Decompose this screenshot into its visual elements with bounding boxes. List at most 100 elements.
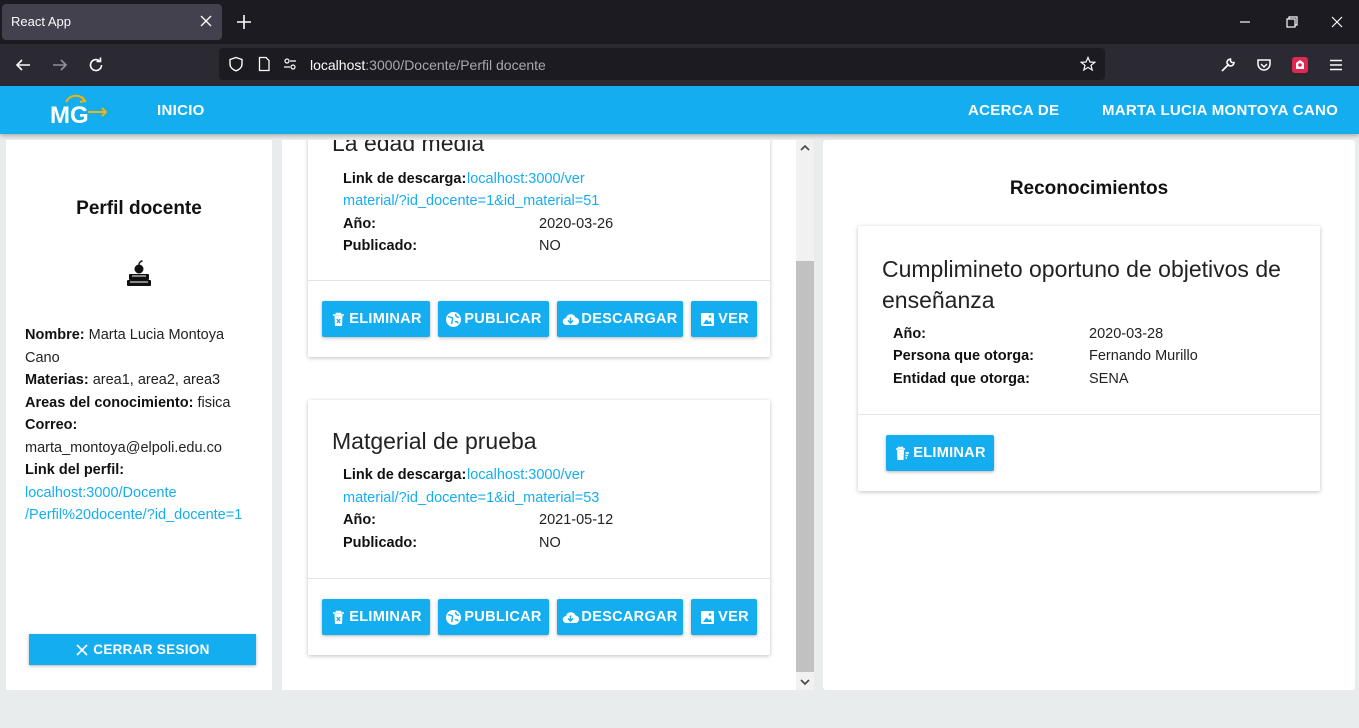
scroll-down-icon[interactable] xyxy=(798,675,812,689)
profile-subjects-value: area1, area2, area3 xyxy=(92,372,221,388)
profile-panel: Perfil docente Nombre: Marta Lucia Monto… xyxy=(6,140,272,690)
extension-icon[interactable] xyxy=(1291,56,1309,74)
url-text[interactable]: localhost:3000/Docente/Perfil docente xyxy=(310,57,546,73)
logout-button[interactable]: CERRAR SESION xyxy=(29,634,256,665)
recognition-year-label: Año: xyxy=(893,326,927,342)
recognitions-panel: Reconocimientos Cumplimineto oportuno de… xyxy=(823,140,1355,690)
nav-about-link[interactable]: ACERCA DE xyxy=(968,102,1059,119)
scroll-up-icon[interactable] xyxy=(798,141,812,155)
delete-label: ELIMINAR xyxy=(913,445,986,461)
permissions-icon[interactable] xyxy=(282,56,298,72)
profile-subjects-row: Materias: area1, area2, area3 xyxy=(25,369,261,392)
logo-text: MG xyxy=(50,102,89,128)
download-material-button[interactable]: DESCARGAR xyxy=(557,301,683,337)
url-path: :3000/Docente/Perfil docente xyxy=(365,57,546,73)
profile-link[interactable]: localhost:3000/Docente/Perfil%20docente/… xyxy=(25,482,261,527)
card-divider xyxy=(308,280,770,281)
recognition-title-line2: enseñanza xyxy=(882,287,995,313)
recognition-entity-value: SENA xyxy=(1089,371,1129,387)
bookmark-star-icon[interactable] xyxy=(1080,56,1096,72)
material-link-line2-text[interactable]: material/?id_docente=1&id_material=53 xyxy=(343,490,599,506)
close-tab-icon[interactable] xyxy=(198,13,214,29)
material-link-line1-text[interactable]: localhost:3000/ver xyxy=(467,467,585,483)
view-material-button[interactable]: VER xyxy=(691,599,757,635)
profile-link-line1[interactable]: localhost:3000/Docente xyxy=(25,485,177,501)
delete-label: ELIMINAR xyxy=(349,609,422,625)
material-published-label: Publicado: xyxy=(343,535,418,551)
recognition-year-value: 2020-03-28 xyxy=(1089,326,1164,342)
recognition-card: Cumplimineto oportuno de objetivos de en… xyxy=(858,226,1320,491)
recognition-title-line1: Cumplimineto oportuno de objetivos de xyxy=(882,256,1281,282)
forward-icon[interactable] xyxy=(51,56,69,74)
restore-icon[interactable] xyxy=(1285,15,1299,29)
material-card: Matgerial de prueba Link de descarga: lo… xyxy=(308,400,770,655)
profile-areas-label: Areas del conocimiento: xyxy=(25,394,194,411)
recognition-grantor-value: Fernando Murillo xyxy=(1089,348,1198,364)
close-icon xyxy=(76,643,88,656)
profile-link-label-text: Link del perfil: xyxy=(25,462,125,478)
address-bar[interactable]: localhost:3000/Docente/Perfil docente xyxy=(219,48,1105,80)
profile-link-line2[interactable]: /Perfil%20docente/?id_docente=1 xyxy=(25,507,242,523)
back-icon[interactable] xyxy=(14,56,32,74)
recognition-grantor-label: Persona que otorga: xyxy=(893,348,1034,364)
wrench-icon[interactable] xyxy=(1219,56,1237,74)
material-link-line1[interactable]: localhost:3000/ver xyxy=(467,464,585,487)
nav-home-link[interactable]: INICIO xyxy=(157,102,205,119)
cloud-download-icon xyxy=(563,611,580,623)
material-link-line1[interactable]: localhost:3000/ver xyxy=(467,168,585,191)
profile-link-label: Link del perfil: xyxy=(25,459,261,482)
delete-material-button[interactable]: ELIMINAR xyxy=(322,599,430,635)
new-tab-icon[interactable] xyxy=(236,14,252,30)
material-year-value: 2020-03-26 xyxy=(539,216,614,232)
shield-icon[interactable] xyxy=(228,56,244,72)
profile-email-value: marta_montoya@elpoli.edu.co xyxy=(25,439,222,456)
nav-user-link[interactable]: MARTA LUCIA MONTOYA CANO xyxy=(1102,102,1338,119)
app-header: MG INICIO ACERCA DE MARTA LUCIA MONTOYA … xyxy=(0,86,1359,134)
logout-label: CERRAR SESION xyxy=(93,642,210,657)
material-link-line1-text[interactable]: localhost:3000/ver xyxy=(467,171,585,187)
profile-email-label: Correo: xyxy=(25,414,261,437)
publish-label: PUBLICAR xyxy=(464,609,542,625)
books-apple-icon xyxy=(127,260,151,286)
view-label: VER xyxy=(718,609,749,625)
mg-logo[interactable]: MG xyxy=(48,92,110,128)
view-material-button[interactable]: VER xyxy=(691,301,757,337)
card-divider xyxy=(858,414,1320,415)
image-icon xyxy=(701,312,715,326)
trash-sweep-icon xyxy=(896,446,910,460)
download-label: DESCARGAR xyxy=(581,609,678,625)
globe-icon xyxy=(446,311,462,327)
trash-icon xyxy=(333,610,345,624)
browser-tabbar: React App xyxy=(0,0,1359,44)
download-material-button[interactable]: DESCARGAR xyxy=(557,599,683,635)
publish-material-button[interactable]: PUBLICAR xyxy=(438,301,549,337)
reload-icon[interactable] xyxy=(87,56,105,74)
recognitions-title: Reconocimientos xyxy=(1009,178,1169,199)
materials-scrollbar-thumb[interactable] xyxy=(796,261,814,672)
pocket-icon[interactable] xyxy=(1255,56,1273,74)
image-icon xyxy=(701,610,715,624)
trash-icon xyxy=(333,312,345,326)
close-window-icon[interactable] xyxy=(1330,15,1344,29)
publish-material-button[interactable]: PUBLICAR xyxy=(438,599,549,635)
profile-areas-value: fisica xyxy=(197,394,231,411)
browser-tab[interactable]: React App xyxy=(2,4,222,40)
globe-icon xyxy=(446,609,462,625)
material-link-line2[interactable]: material/?id_docente=1&id_material=53 xyxy=(343,487,599,510)
delete-recognition-button[interactable]: ELIMINAR xyxy=(886,435,994,471)
material-link-line2-text[interactable]: material/?id_docente=1&id_material=51 xyxy=(343,193,599,209)
delete-material-button[interactable]: ELIMINAR xyxy=(322,301,430,337)
material-year-label: Año: xyxy=(343,216,377,232)
profile-details: Nombre: Marta Lucia Montoya Cano Materia… xyxy=(25,324,261,527)
page-icon[interactable] xyxy=(256,56,272,72)
material-link-line2[interactable]: material/?id_docente=1&id_material=51 xyxy=(343,190,599,213)
material-card: La edad media Link de descarga: localhos… xyxy=(308,140,770,357)
profile-title: Perfil docente xyxy=(76,198,202,219)
materials-panel: La edad media Link de descarga: localhos… xyxy=(282,140,814,690)
cloud-download-icon xyxy=(563,313,580,325)
minimize-icon[interactable] xyxy=(1238,15,1252,29)
view-label: VER xyxy=(718,311,749,327)
url-host: localhost xyxy=(310,57,366,73)
recognition-entity-label: Entidad que otorga: xyxy=(893,371,1030,387)
menu-icon[interactable] xyxy=(1327,56,1345,74)
